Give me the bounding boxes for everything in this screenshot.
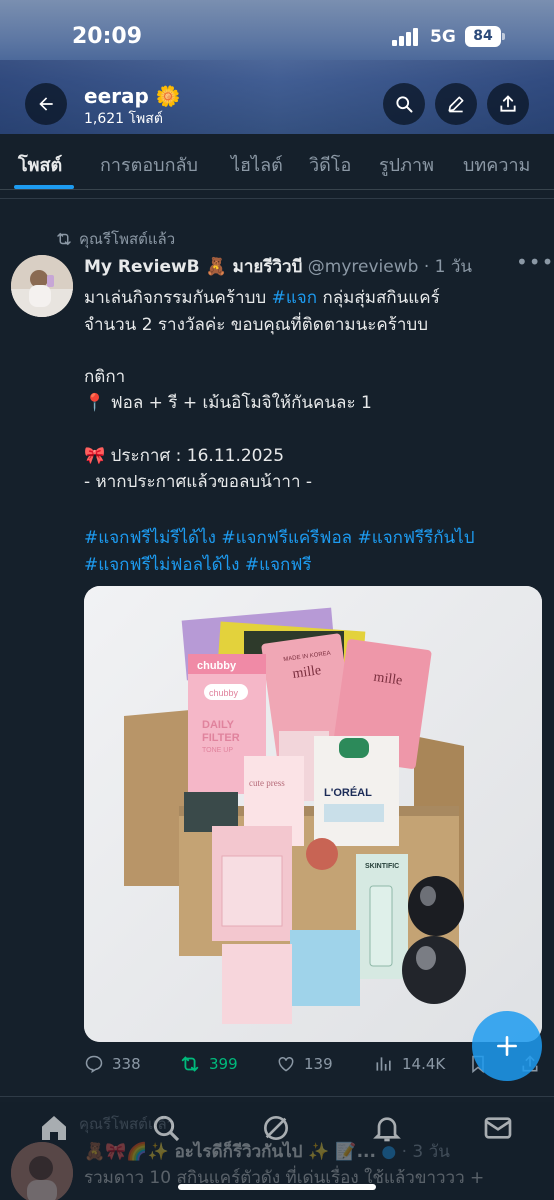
status-bar: 20:09 5G 84 [0,0,554,70]
chubby-small-label: chubby [209,688,239,698]
post-image[interactable]: mille mille MADE IN KOREA chubby chubby … [84,586,542,1042]
profile-tabs: โพสต์ การตอบกลับ ไฮไลต์ วิดีโอ รูปภาพ บท… [0,134,554,190]
filter-label: FILTER [202,732,240,744]
view-count: 14.4K [402,1055,446,1073]
pencil-icon [448,96,464,113]
tone-up-label: TONE UP [202,747,233,754]
tab-highlights[interactable]: ไฮไลต์ [231,150,283,179]
active-tab-indicator [14,185,74,189]
post-text-line: 🎀 ประกาศ : 16.11.2025 [84,446,285,466]
reply-button[interactable]: 338 [84,1054,141,1074]
plus-icon [497,1036,517,1056]
repost-icon [181,1056,199,1072]
divider [0,1096,554,1097]
signal-icon [392,28,422,46]
hashtag-link[interactable]: #แจก [272,288,317,308]
status-time: 20:09 [72,24,143,49]
post-text-line: มาเล่นกิจกรรมกันคร้าบบ #แจก กลุ่มสุ่มสกิ… [84,284,440,311]
tab-videos[interactable]: วิดีโอ [309,150,351,179]
network-type: 5G [430,27,456,47]
compose-post-button[interactable] [472,1011,542,1081]
back-button[interactable] [25,83,67,125]
divider [0,198,554,199]
reply-icon [85,1055,103,1074]
hashtag-line[interactable]: #แจกฟรีไม่ฟอลได้ไง #แจกฟรี [84,551,312,578]
share-icon [500,95,516,112]
tab-photos[interactable]: รูปภาพ [379,150,434,179]
cute-press-label: cute press [249,778,285,788]
post-text: กลุ่มสุ่มสกินแคร์ [317,288,440,308]
home-icon[interactable] [38,1112,70,1144]
search-icon [396,96,413,113]
author-name[interactable]: My ReviewB 🧸 มายรีวิวบี [84,257,302,277]
loreal-label: L'ORÉAL [324,786,372,799]
mail-icon[interactable] [482,1112,514,1144]
like-count: 139 [304,1055,333,1073]
home-indicator [178,1184,376,1190]
grok-icon[interactable] [260,1112,292,1144]
share-button[interactable] [487,83,529,125]
chubby-label: chubby [197,660,237,672]
profile-header-banner: 20:09 5G 84 eerap 🌼 1,621 โพสต์ [0,0,554,134]
post-text: มาเล่นกิจกรรมกันคร้าบบ [84,288,272,308]
daily-label: DAILY [202,719,235,731]
post-time: · 1 วัน [423,257,473,277]
repost-button[interactable]: 399 [179,1054,238,1074]
avatar[interactable] [11,255,73,317]
battery-tip [502,33,505,40]
battery-icon: 84 [465,26,501,47]
post-header: My ReviewB 🧸 มายรีวิวบี @myreviewb · 1 ว… [84,253,472,280]
profile-name: eerap 🌼 [84,84,181,108]
skintific-label: SKINTIFIC [365,863,399,870]
reply-count: 338 [112,1055,141,1073]
views-icon [376,1057,391,1071]
repost-icon [57,232,71,246]
tab-articles[interactable]: บทความ [463,150,530,179]
repost-label: คุณรีโพสต์แล้ว [79,230,176,248]
post-count: 1,621 โพสต์ [84,111,163,127]
post-text-line: จำนวน 2 รางวัลค่ะ ขอบคุณที่ติดตามนะคร้าบ… [84,315,428,335]
like-button[interactable]: 139 [276,1054,333,1074]
heart-icon [278,1056,294,1072]
edit-button[interactable] [435,83,477,125]
post-text-line: กติกา [84,367,126,387]
tab-replies[interactable]: การตอบกลับ [100,150,198,179]
tab-posts[interactable]: โพสต์ [18,150,62,179]
repost-indicator: คุณรีโพสต์แล้ว [55,227,175,251]
avatar-image [11,255,73,317]
post-text-line: 📍 ฟอล + รี + เม้นอิโมจิให้กันคนละ 1 [84,393,372,413]
author-handle[interactable]: @myreviewb [308,257,419,277]
post-text-line: - หากประกาศแล้วขอลบน้าาา - [84,472,313,492]
hashtag-line[interactable]: #แจกฟรีไม่รีได้ไง #แจกฟรีแค่รีฟอล #แจกฟร… [84,524,475,551]
product-box-illustration: mille mille MADE IN KOREA chubby chubby … [84,586,542,1042]
more-options-icon[interactable]: ••• [516,250,554,274]
bell-icon[interactable] [371,1112,403,1144]
repost-count: 399 [209,1055,238,1073]
arrow-left-icon [39,97,53,111]
search-button[interactable] [383,83,425,125]
search-icon[interactable] [150,1112,182,1144]
views-button[interactable]: 14.4K [374,1054,445,1074]
